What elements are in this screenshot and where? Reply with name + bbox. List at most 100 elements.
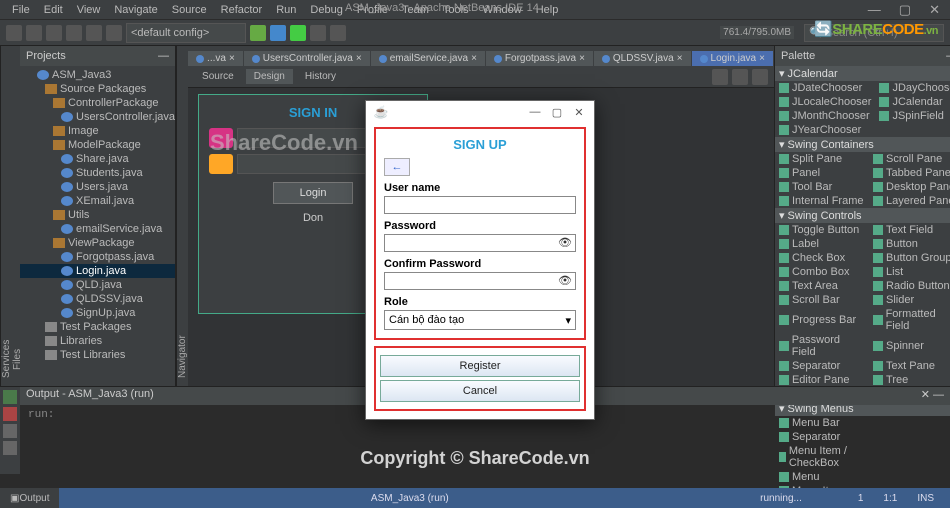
palette-item[interactable]: Desktop Pane <box>869 180 950 194</box>
minimize-icon[interactable]: — <box>946 50 950 62</box>
confirm-input[interactable]: 👁 <box>384 272 576 290</box>
palette-item[interactable]: Button Group <box>869 251 950 265</box>
palette-item[interactable]: List <box>869 265 950 279</box>
wrap-icon[interactable] <box>3 424 17 438</box>
profile-icon[interactable] <box>330 25 346 41</box>
tree-item[interactable]: Utils <box>20 208 175 222</box>
palette-item[interactable]: JSpinField <box>875 109 950 123</box>
minimize-icon[interactable]: — <box>158 50 169 62</box>
files-tab[interactable]: Files <box>12 46 23 370</box>
palette-item[interactable]: Check Box <box>775 251 869 265</box>
tree-item[interactable]: Test Libraries <box>20 348 175 362</box>
close-icon[interactable]: × <box>229 53 235 64</box>
palette-item[interactable]: Formatted Field <box>869 307 950 333</box>
palette-item[interactable]: Tabbed Pane <box>869 166 950 180</box>
palette-section-header[interactable]: ▾ Swing Controls <box>775 208 950 223</box>
eye-icon[interactable]: 👁 <box>558 236 572 249</box>
close-icon[interactable]: × <box>759 53 765 64</box>
menu-run[interactable]: Run <box>270 2 302 18</box>
palette-item[interactable]: JMonthChooser <box>775 109 876 123</box>
palette-item[interactable]: Combo Box <box>775 265 869 279</box>
output-tab[interactable]: ▣ Output <box>0 488 59 508</box>
tree-item[interactable]: Libraries <box>20 334 175 348</box>
tree-item[interactable]: QLDSSV.java <box>20 292 175 306</box>
stop-icon[interactable] <box>3 407 17 421</box>
palette-item[interactable]: Editor Pane <box>775 373 869 387</box>
editor-tab[interactable]: UsersController.java × <box>244 51 370 66</box>
palette-item[interactable]: Radio Button <box>869 279 950 293</box>
services-tab[interactable]: Services <box>1 46 12 378</box>
clean-build-icon[interactable] <box>270 25 286 41</box>
subtab-design[interactable]: Design <box>246 69 293 84</box>
tree-item[interactable]: Users.java <box>20 180 175 194</box>
palette-item[interactable]: Text Pane <box>869 359 950 373</box>
editor-tab[interactable]: QLDSSV.java × <box>594 51 691 66</box>
design-tool-icon[interactable] <box>752 69 768 85</box>
palette-item[interactable]: Button <box>869 237 950 251</box>
minimize-icon[interactable]: — <box>862 0 887 20</box>
run-icon[interactable] <box>290 25 306 41</box>
tree-item[interactable]: ModelPackage <box>20 138 175 152</box>
palette-item[interactable]: Text Area <box>775 279 869 293</box>
navigator-tab[interactable]: Navigator <box>177 46 188 378</box>
tree-item[interactable]: ASM_Java3 <box>20 68 175 82</box>
palette-item[interactable]: JDayChooser <box>875 81 950 95</box>
open-icon[interactable] <box>46 25 62 41</box>
tree-item[interactable]: emailService.java <box>20 222 175 236</box>
palette-item[interactable]: Separator <box>775 359 869 373</box>
palette-item[interactable]: Layered Pane <box>869 194 950 208</box>
design-tool-icon[interactable] <box>732 69 748 85</box>
login-button[interactable]: Login <box>273 182 353 204</box>
register-button[interactable]: Register <box>380 355 580 377</box>
minimize-icon[interactable]: — <box>933 389 944 401</box>
tree-item[interactable]: ViewPackage <box>20 236 175 250</box>
menu-view[interactable]: View <box>71 2 107 18</box>
undo-icon[interactable] <box>86 25 102 41</box>
build-icon[interactable] <box>250 25 266 41</box>
menu-refactor[interactable]: Refactor <box>215 2 269 18</box>
editor-tab[interactable]: Login.java × <box>692 51 773 66</box>
palette-item[interactable]: Label <box>775 237 869 251</box>
tree-item[interactable]: ControllerPackage <box>20 96 175 110</box>
tree-item[interactable]: Image <box>20 124 175 138</box>
palette-item[interactable] <box>875 123 950 137</box>
palette-item[interactable]: Split Pane <box>775 152 869 166</box>
palette-item[interactable]: JLocaleChooser <box>775 95 876 109</box>
close-icon[interactable]: × <box>579 53 585 64</box>
palette-section-header[interactable]: ▾ Swing Containers <box>775 137 950 152</box>
clear-icon[interactable] <box>3 441 17 455</box>
palette-section-header[interactable]: ▾ JCalendar <box>775 66 950 81</box>
menu-edit[interactable]: Edit <box>38 2 69 18</box>
tree-item[interactable]: Share.java <box>20 152 175 166</box>
eye-icon[interactable]: 👁 <box>558 274 572 287</box>
close-icon[interactable]: × <box>677 53 683 64</box>
project-tree[interactable]: ASM_Java3Source PackagesControllerPackag… <box>20 66 175 364</box>
close-icon[interactable]: ✕ <box>568 106 590 119</box>
dialog-titlebar[interactable]: ☕ — ▢ ✕ <box>366 101 594 123</box>
rerun-icon[interactable] <box>3 390 17 404</box>
menu-source[interactable]: Source <box>166 2 213 18</box>
tree-item[interactable]: SignUp.java <box>20 306 175 320</box>
subtab-history[interactable]: History <box>297 69 344 84</box>
menu-navigate[interactable]: Navigate <box>108 2 163 18</box>
tree-item[interactable]: UsersController.java <box>20 110 175 124</box>
new-file-icon[interactable] <box>6 25 22 41</box>
palette-item[interactable]: Tree <box>869 373 950 387</box>
palette-item[interactable]: Password Field <box>775 333 869 359</box>
maximize-icon[interactable]: ▢ <box>893 0 917 20</box>
palette-item[interactable]: Internal Frame <box>775 194 869 208</box>
close-icon[interactable]: ✕ <box>923 0 946 20</box>
palette-item[interactable]: JCalendar <box>875 95 950 109</box>
design-tool-icon[interactable] <box>712 69 728 85</box>
palette-item[interactable]: Spinner <box>869 333 950 359</box>
menu-debug[interactable]: Debug <box>304 2 348 18</box>
tree-item[interactable]: Login.java <box>20 264 175 278</box>
close-icon[interactable]: ✕ <box>921 389 930 401</box>
tree-item[interactable]: Test Packages <box>20 320 175 334</box>
redo-icon[interactable] <box>106 25 122 41</box>
role-combo[interactable]: Cán bộ đào tạo▾ <box>384 310 576 330</box>
tree-item[interactable]: Source Packages <box>20 82 175 96</box>
config-combo[interactable]: <default config> <box>126 23 246 43</box>
editor-tab[interactable]: ...va × <box>188 51 243 66</box>
tree-item[interactable]: QLD.java <box>20 278 175 292</box>
